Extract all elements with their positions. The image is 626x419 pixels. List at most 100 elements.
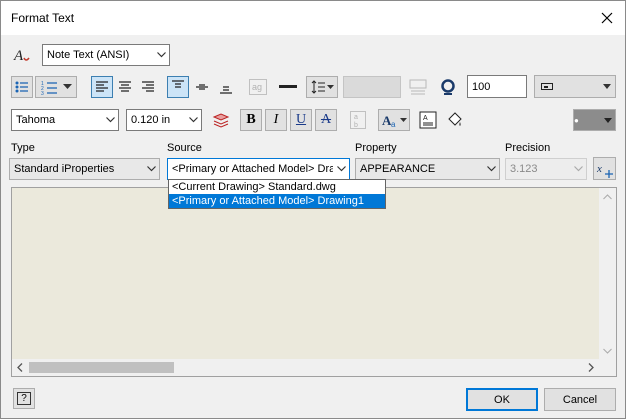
svg-text:3: 3 bbox=[41, 91, 44, 95]
wrap-icon bbox=[409, 79, 427, 95]
align-center-button[interactable] bbox=[114, 76, 136, 98]
type-value: Standard iProperties bbox=[14, 163, 115, 175]
svg-text:A: A bbox=[13, 48, 24, 64]
line-button[interactable] bbox=[277, 76, 299, 98]
help-icon: ? bbox=[17, 392, 31, 405]
underline-button[interactable]: U bbox=[290, 109, 312, 131]
align-center-icon bbox=[119, 81, 131, 92]
ok-button[interactable]: OK bbox=[466, 388, 538, 411]
add-parameter-button[interactable]: x bbox=[593, 157, 616, 180]
wrap-button[interactable] bbox=[407, 76, 429, 98]
line-spacing-icon bbox=[311, 80, 325, 94]
insert-parameter-button[interactable]: A bbox=[417, 109, 439, 131]
symbol-button[interactable] bbox=[437, 76, 459, 98]
chevron-down-icon bbox=[326, 84, 334, 89]
scroll-up-icon[interactable] bbox=[603, 194, 612, 200]
svg-text:ag: ag bbox=[252, 82, 262, 92]
chevron-down-icon bbox=[399, 117, 407, 122]
case-button[interactable]: A a bbox=[378, 109, 410, 131]
source-option-selected[interactable]: <Primary or Attached Model> Drawing1 bbox=[169, 194, 385, 208]
align-left-icon bbox=[96, 81, 108, 92]
property-select[interactable]: APPEARANCE bbox=[355, 158, 500, 180]
chevron-down-icon bbox=[603, 84, 611, 89]
italic-button[interactable]: I bbox=[265, 109, 287, 131]
font-size-select[interactable]: 0.120 in bbox=[126, 109, 202, 131]
bold-button[interactable]: B bbox=[240, 109, 262, 131]
stack-fraction-button[interactable]: ab bbox=[347, 109, 369, 131]
valign-middle-button[interactable] bbox=[191, 76, 213, 98]
numbering-button[interactable]: 123 bbox=[35, 76, 77, 98]
svg-text:b: b bbox=[354, 122, 358, 129]
font-name-select[interactable]: Tahoma bbox=[11, 109, 119, 131]
horizontal-scrollbar[interactable] bbox=[12, 359, 599, 376]
spacing-input-disabled bbox=[343, 76, 401, 98]
underline-icon: U bbox=[295, 112, 307, 127]
valign-bottom-button[interactable] bbox=[215, 76, 237, 98]
svg-text:a: a bbox=[391, 120, 396, 128]
chevron-down-icon bbox=[62, 84, 72, 89]
scroll-right-icon[interactable] bbox=[588, 363, 594, 372]
line-spacing-button[interactable] bbox=[306, 76, 338, 98]
property-value: APPEARANCE bbox=[360, 163, 436, 175]
cancel-button[interactable]: Cancel bbox=[544, 388, 616, 411]
help-button[interactable]: ? bbox=[13, 388, 35, 409]
text-style-value: Note Text (ANSI) bbox=[47, 49, 130, 61]
title-bar: Format Text bbox=[1, 1, 625, 35]
format-text-dialog: Format Text A Note Text (ANSI) 123 ag 10… bbox=[0, 0, 626, 419]
close-button[interactable] bbox=[595, 6, 619, 30]
source-option[interactable]: <Current Drawing> Standard.dwg bbox=[169, 180, 385, 194]
horizontal-scroll-thumb[interactable] bbox=[29, 362, 174, 373]
stack-text-button[interactable]: ag bbox=[247, 76, 269, 98]
type-label: Type bbox=[11, 142, 35, 154]
text-style-select[interactable]: Note Text (ANSI) bbox=[42, 44, 170, 66]
background-fill-button[interactable] bbox=[444, 109, 466, 131]
precision-select[interactable]: 3.123 bbox=[505, 158, 587, 180]
insert-parameter-icon: A bbox=[419, 111, 437, 129]
strikethrough-icon: A bbox=[320, 112, 332, 127]
source-value: <Primary or Attached Model> Dra bbox=[172, 163, 333, 175]
type-select[interactable]: Standard iProperties bbox=[9, 158, 160, 180]
italic-icon: I bbox=[273, 112, 279, 127]
leader-style-button[interactable] bbox=[534, 75, 616, 98]
symbol-icon bbox=[441, 79, 455, 95]
chevron-down-icon bbox=[153, 45, 169, 65]
align-left-button[interactable] bbox=[91, 76, 113, 98]
chevron-down-icon bbox=[185, 110, 201, 130]
text-case-icon: A a bbox=[382, 113, 396, 128]
close-icon bbox=[601, 12, 613, 24]
text-color-button[interactable] bbox=[210, 109, 232, 131]
svg-text:a: a bbox=[354, 114, 358, 121]
source-select[interactable]: <Primary or Attached Model> Dra bbox=[167, 158, 350, 180]
scroll-down-icon[interactable] bbox=[603, 348, 612, 354]
bullets-button[interactable] bbox=[11, 76, 33, 98]
valign-middle-icon bbox=[196, 84, 208, 90]
text-editor-area[interactable] bbox=[11, 187, 617, 377]
dialog-title: Format Text bbox=[11, 11, 75, 25]
source-label: Source bbox=[167, 142, 202, 154]
bold-icon: B bbox=[246, 112, 256, 127]
chevron-down-icon bbox=[570, 159, 586, 179]
scroll-corner bbox=[599, 359, 616, 376]
scroll-left-icon[interactable] bbox=[17, 363, 23, 372]
valign-bottom-icon bbox=[220, 86, 232, 94]
numbered-list-icon: 123 bbox=[41, 81, 57, 95]
fraction-icon: ab bbox=[350, 111, 366, 129]
strikethrough-button[interactable]: A bbox=[315, 109, 337, 131]
width-scale-input[interactable]: 100 bbox=[467, 75, 527, 98]
chevron-down-icon bbox=[333, 159, 349, 179]
align-right-button[interactable] bbox=[137, 76, 159, 98]
source-dropdown-list: <Current Drawing> Standard.dwg <Primary … bbox=[168, 179, 386, 209]
chevron-down-icon bbox=[143, 159, 159, 179]
chevron-down-icon bbox=[483, 159, 499, 179]
color-swatch-icon: ● bbox=[574, 115, 579, 125]
stack-text-icon: ag bbox=[249, 79, 267, 95]
ok-label: OK bbox=[494, 393, 510, 406]
font-size-value: 0.120 in bbox=[131, 114, 171, 126]
vertical-scrollbar[interactable] bbox=[599, 188, 616, 360]
valign-top-button[interactable] bbox=[167, 76, 189, 98]
cancel-label: Cancel bbox=[562, 393, 598, 406]
bulleted-list-icon bbox=[15, 81, 28, 93]
chevron-down-icon bbox=[604, 117, 612, 123]
chevron-down-icon bbox=[102, 110, 118, 130]
text-color-picker[interactable]: ● bbox=[573, 109, 616, 131]
